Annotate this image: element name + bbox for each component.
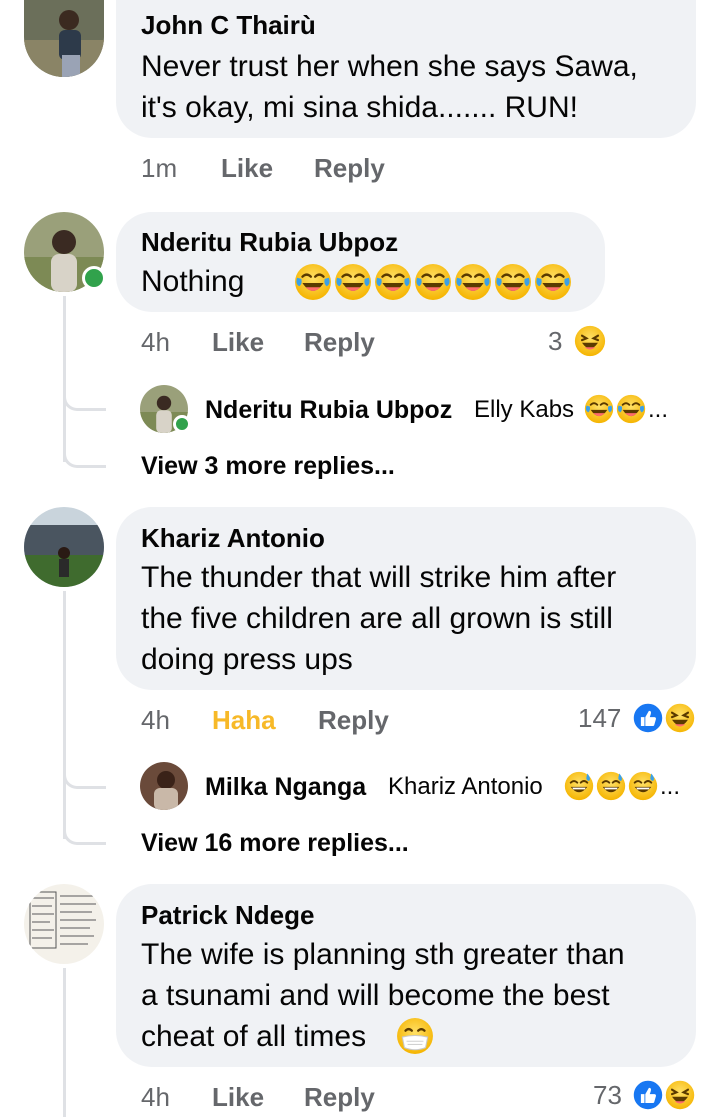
reply-button[interactable]: Reply xyxy=(304,1082,375,1113)
like-reaction-icon[interactable] xyxy=(632,1079,664,1111)
reaction-count[interactable]: 3 xyxy=(548,326,562,357)
haha-button[interactable]: Haha xyxy=(212,705,276,736)
thread-connector xyxy=(63,437,106,468)
reply-avatar-milka[interactable] xyxy=(140,762,188,810)
reply-button[interactable]: Reply xyxy=(304,327,375,358)
like-button[interactable]: Like xyxy=(212,1082,264,1113)
tears-of-joy-emoji xyxy=(374,263,412,301)
comment-text-line: doing press ups xyxy=(141,643,353,676)
comment-text-line: the five children are all grown is still xyxy=(141,602,613,635)
thread-connector xyxy=(63,814,106,845)
reply-author[interactable]: Nderitu Rubia Ubpoz xyxy=(205,396,452,425)
comment-time: 1m xyxy=(141,153,178,183)
comment-author[interactable]: John C Thairù xyxy=(141,10,316,41)
tears-of-joy-emoji xyxy=(334,263,372,301)
comment-text-line: cheat of all times xyxy=(141,1020,367,1053)
sweat-smile-emoji xyxy=(628,771,658,801)
online-status-indicator xyxy=(173,415,191,433)
online-status-indicator xyxy=(82,266,106,290)
reply-button[interactable]: Reply xyxy=(318,705,389,736)
haha-reaction-icon[interactable] xyxy=(664,1079,696,1111)
comment-time: 4h xyxy=(141,1082,170,1112)
tears-of-joy-emoji xyxy=(454,263,492,301)
view-more-replies-link[interactable]: View 16 more replies... xyxy=(141,829,409,858)
reaction-count[interactable]: 73 xyxy=(593,1080,622,1111)
avatar-khariz[interactable] xyxy=(24,507,104,587)
sweat-smile-emoji xyxy=(596,771,626,801)
comment-text-line: it's okay, mi sina shida....... RUN! xyxy=(141,91,578,124)
reply-author[interactable]: Milka Nganga xyxy=(205,773,366,802)
comment-time: 4h xyxy=(141,705,170,735)
tears-of-joy-emoji xyxy=(534,263,572,301)
comment-author[interactable]: Nderitu Rubia Ubpoz xyxy=(141,227,398,258)
like-reaction-icon[interactable] xyxy=(632,702,664,734)
comment-text-line: a tsunami and will become the best xyxy=(141,979,610,1012)
tears-of-joy-emoji xyxy=(584,394,614,424)
comment-text-line: The wife is planning sth greater than xyxy=(141,938,625,971)
reply-ellipsis: ... xyxy=(648,396,669,423)
avatar-john[interactable] xyxy=(24,0,104,77)
tears-of-joy-emoji xyxy=(294,263,332,301)
thread-line xyxy=(63,968,66,1117)
like-button[interactable]: Like xyxy=(221,153,273,184)
comment-text-line: Never trust her when she says Sawa, xyxy=(141,50,638,83)
reply-button[interactable]: Reply xyxy=(314,153,385,184)
reply-ellipsis: ... xyxy=(660,773,681,800)
reply-snippet[interactable]: Elly Kabs xyxy=(474,396,574,424)
tears-of-joy-emoji xyxy=(494,263,532,301)
thread-connector xyxy=(63,758,106,789)
view-more-replies-link[interactable]: View 3 more replies... xyxy=(141,452,395,481)
like-button[interactable]: Like xyxy=(212,327,264,358)
haha-reaction-icon[interactable] xyxy=(664,702,696,734)
thread-connector xyxy=(63,380,106,411)
haha-reaction-icon[interactable] xyxy=(574,325,606,357)
comment-text-line: Nothing xyxy=(141,265,245,298)
reply-snippet[interactable]: Khariz Antonio xyxy=(388,773,543,801)
tears-of-joy-emoji xyxy=(414,263,452,301)
thread-line xyxy=(63,591,66,839)
sweat-smile-emoji xyxy=(564,771,594,801)
tears-of-joy-emoji xyxy=(616,394,646,424)
comment-author[interactable]: Patrick Ndege xyxy=(141,900,314,931)
reaction-count[interactable]: 147 xyxy=(578,703,621,734)
mask-emoji xyxy=(396,1017,434,1055)
comment-text-line: The thunder that will strike him after xyxy=(141,561,617,594)
comment-author[interactable]: Khariz Antonio xyxy=(141,523,325,554)
avatar-patrick[interactable] xyxy=(24,884,104,964)
comment-time: 4h xyxy=(141,327,170,357)
